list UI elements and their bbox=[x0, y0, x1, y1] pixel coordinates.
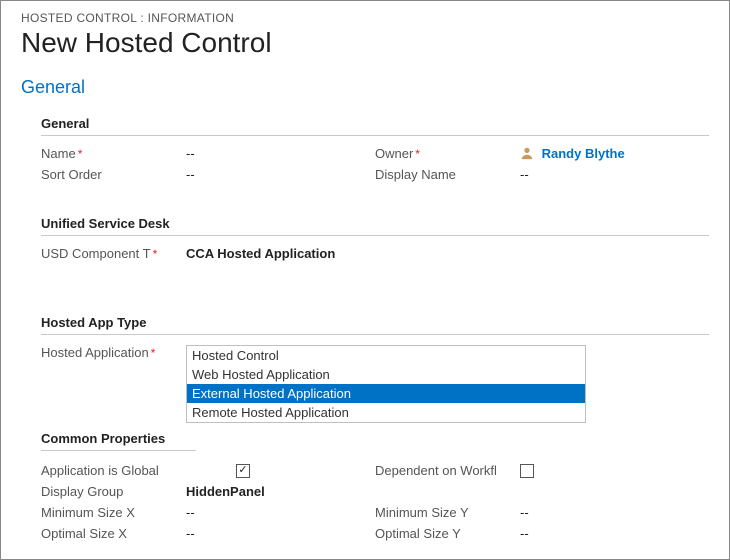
general-section-link[interactable]: General bbox=[21, 77, 85, 98]
display-group-label: Display Group bbox=[41, 484, 186, 499]
dropdown-option[interactable]: Remote Hosted Application bbox=[187, 403, 585, 422]
usd-component-label: USD Component T* bbox=[41, 246, 186, 261]
required-icon: * bbox=[78, 147, 83, 161]
opt-size-y-field[interactable]: -- bbox=[520, 526, 529, 541]
dependent-workflow-checkbox[interactable] bbox=[520, 464, 534, 478]
application-global-label: Application is Global bbox=[41, 463, 236, 478]
name-label: Name* bbox=[41, 146, 186, 161]
hosted-application-label: Hosted Application* bbox=[41, 345, 186, 360]
user-icon bbox=[520, 146, 534, 160]
min-size-y-label: Minimum Size Y bbox=[375, 505, 520, 520]
dropdown-option[interactable]: Hosted Control bbox=[187, 346, 585, 365]
dropdown-option[interactable]: Web Hosted Application bbox=[187, 365, 585, 384]
display-name-label: Display Name bbox=[375, 167, 520, 182]
required-icon: * bbox=[153, 247, 158, 261]
sort-order-field[interactable]: -- bbox=[186, 167, 195, 182]
page-title: New Hosted Control bbox=[21, 27, 709, 59]
group-header-general: General bbox=[41, 116, 709, 136]
display-group-field[interactable]: HiddenPanel bbox=[186, 484, 265, 499]
breadcrumb: HOSTED CONTROL : INFORMATION bbox=[21, 11, 709, 25]
name-field[interactable]: -- bbox=[186, 146, 195, 161]
hosted-application-dropdown[interactable]: Hosted ControlWeb Hosted ApplicationExte… bbox=[186, 345, 586, 423]
opt-size-x-label: Optimal Size X bbox=[41, 526, 186, 541]
group-header-common: Common Properties bbox=[41, 431, 196, 451]
usd-component-field[interactable]: CCA Hosted Application bbox=[186, 246, 335, 261]
dropdown-option[interactable]: External Hosted Application bbox=[187, 384, 585, 403]
group-header-usd: Unified Service Desk bbox=[41, 216, 709, 236]
required-icon: * bbox=[415, 147, 420, 161]
min-size-y-field[interactable]: -- bbox=[520, 505, 529, 520]
opt-size-x-field[interactable]: -- bbox=[186, 526, 195, 541]
opt-size-y-label: Optimal Size Y bbox=[375, 526, 520, 541]
dependent-workflow-label: Dependent on Workfl bbox=[375, 463, 520, 478]
min-size-x-label: Minimum Size X bbox=[41, 505, 186, 520]
display-name-field[interactable]: -- bbox=[520, 167, 529, 182]
group-header-app-type: Hosted App Type bbox=[41, 315, 709, 335]
sort-order-label: Sort Order bbox=[41, 167, 186, 182]
required-icon: * bbox=[151, 346, 156, 360]
owner-label: Owner* bbox=[375, 146, 520, 161]
application-global-checkbox[interactable]: ✓ bbox=[236, 464, 250, 478]
owner-link[interactable]: Randy Blythe bbox=[542, 146, 625, 161]
min-size-x-field[interactable]: -- bbox=[186, 505, 195, 520]
